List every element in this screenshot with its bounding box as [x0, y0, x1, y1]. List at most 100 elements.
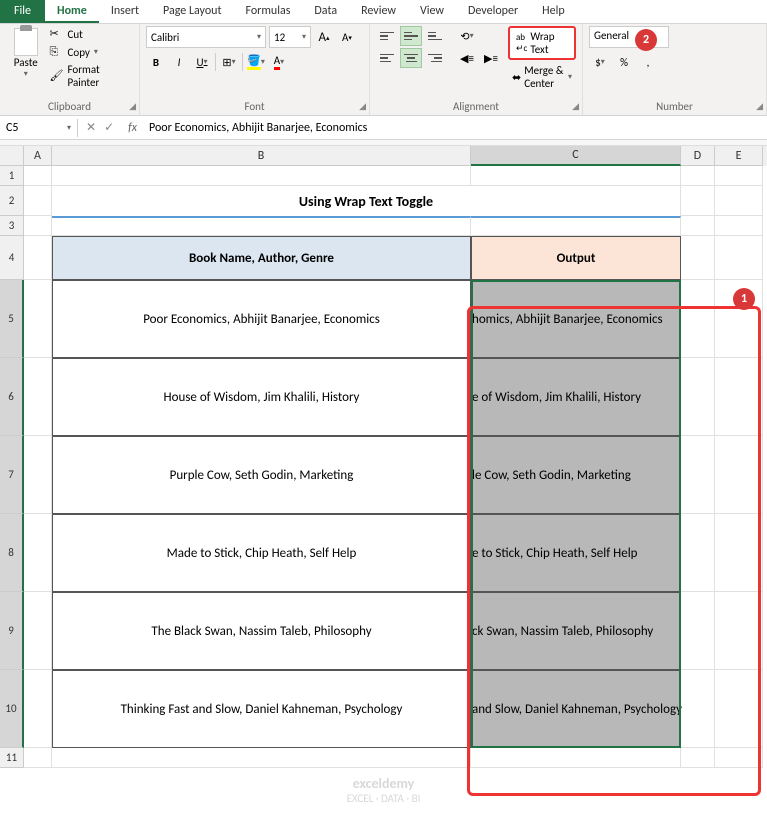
row-header-10[interactable]: 10: [0, 670, 24, 748]
fill-color-button[interactable]: 🪣▾: [246, 52, 266, 72]
tab-review[interactable]: Review: [349, 0, 408, 23]
cell[interactable]: [52, 166, 471, 186]
italic-button[interactable]: I: [169, 52, 189, 72]
dialog-launcher-icon[interactable]: ◢: [572, 101, 579, 112]
table-cell-b[interactable]: Made to Stick, Chip Heath, Self Help: [52, 514, 471, 592]
table-cell-c[interactable]: ck Swan, Nassim Taleb, Philosophy: [471, 592, 681, 670]
number-format-select[interactable]: General: [589, 26, 669, 48]
cell[interactable]: [471, 748, 681, 768]
cell[interactable]: [681, 236, 715, 280]
cell[interactable]: [24, 436, 52, 514]
table-cell-c[interactable]: e to Stick, Chip Heath, Self Help: [471, 514, 681, 592]
font-color-button[interactable]: A▾: [269, 52, 289, 72]
tab-formulas[interactable]: Formulas: [233, 0, 302, 23]
font-size-select[interactable]: 12 ▾: [269, 26, 311, 48]
tab-help[interactable]: Help: [530, 0, 577, 23]
tab-page-layout[interactable]: Page Layout: [151, 0, 233, 23]
cell[interactable]: [471, 216, 681, 236]
table-cell-b[interactable]: The Black Swan, Nassim Taleb, Philosophy: [52, 592, 471, 670]
cut-button[interactable]: ✂ Cut: [50, 26, 133, 42]
dialog-launcher-icon[interactable]: ◢: [359, 101, 366, 112]
tab-insert[interactable]: Insert: [99, 0, 151, 23]
align-left-button[interactable]: [376, 48, 398, 68]
tab-home[interactable]: Home: [45, 0, 99, 23]
row-header-11[interactable]: 11: [0, 748, 24, 768]
tab-developer[interactable]: Developer: [456, 0, 530, 23]
accounting-format-button[interactable]: $▾: [589, 52, 611, 72]
tab-data[interactable]: Data: [302, 0, 349, 23]
table-cell-c[interactable]: e of Wisdom, Jim Khalili, History: [471, 358, 681, 436]
cell[interactable]: [471, 166, 681, 186]
format-painter-button[interactable]: 🖌 Format Painter: [50, 62, 133, 90]
cell[interactable]: [681, 216, 715, 236]
title-cell[interactable]: Using Wrap Text Toggle: [52, 186, 681, 216]
table-cell-c[interactable]: homics, Abhijit Banarjee, Economics: [471, 280, 681, 358]
cell[interactable]: [715, 186, 763, 216]
name-box[interactable]: C5 ▾: [0, 119, 78, 137]
cell[interactable]: [681, 436, 715, 514]
column-header-c[interactable]: C: [471, 146, 681, 166]
cell[interactable]: [24, 592, 52, 670]
cell[interactable]: [715, 592, 763, 670]
row-header-6[interactable]: 6: [0, 358, 24, 436]
decrease-indent-button[interactable]: ◀≡: [456, 48, 478, 68]
cell[interactable]: [681, 166, 715, 186]
table-cell-b[interactable]: Purple Cow, Seth Godin, Marketing: [52, 436, 471, 514]
table-cell-c[interactable]: and Slow, Daniel Kahneman, Psychology: [471, 670, 681, 748]
align-bottom-button[interactable]: [424, 26, 446, 46]
cell[interactable]: [715, 436, 763, 514]
row-header-4[interactable]: 4: [0, 236, 24, 280]
dialog-launcher-icon[interactable]: ◢: [756, 101, 763, 112]
row-header-3[interactable]: 3: [0, 216, 24, 236]
fx-icon[interactable]: fx: [122, 121, 143, 135]
cell[interactable]: [681, 514, 715, 592]
cell[interactable]: [715, 748, 763, 768]
align-top-button[interactable]: [376, 26, 398, 46]
formula-input[interactable]: Poor Economics, Abhijit Banarjee, Econom…: [143, 119, 767, 137]
table-header-c[interactable]: Output: [471, 236, 681, 280]
cell[interactable]: [24, 280, 52, 358]
cell[interactable]: [715, 236, 763, 280]
cell[interactable]: [24, 166, 52, 186]
increase-font-button[interactable]: A▴: [314, 27, 334, 47]
bold-button[interactable]: B: [146, 52, 166, 72]
row-header-8[interactable]: 8: [0, 514, 24, 592]
borders-button[interactable]: ⊞▾: [219, 52, 239, 72]
percent-format-button[interactable]: %: [613, 52, 635, 72]
align-right-button[interactable]: [424, 48, 446, 68]
increase-indent-button[interactable]: ▶≡: [480, 48, 502, 68]
align-middle-button[interactable]: [400, 26, 422, 46]
table-cell-b[interactable]: House of Wisdom, Jim Khalili, History: [52, 358, 471, 436]
copy-button[interactable]: ⎘ Copy ▾: [50, 44, 133, 60]
cell[interactable]: [715, 670, 763, 748]
cell[interactable]: [24, 748, 52, 768]
select-all-corner[interactable]: [0, 146, 24, 166]
dialog-launcher-icon[interactable]: ◢: [129, 101, 136, 112]
cell[interactable]: [24, 670, 52, 748]
column-header-a[interactable]: A: [24, 146, 52, 166]
cell[interactable]: [24, 186, 52, 216]
row-header-7[interactable]: 7: [0, 436, 24, 514]
cell[interactable]: [24, 358, 52, 436]
comma-format-button[interactable]: ,: [637, 52, 659, 72]
cell[interactable]: [52, 216, 471, 236]
cell[interactable]: [681, 670, 715, 748]
column-header-e[interactable]: E: [715, 146, 763, 166]
table-cell-b[interactable]: Poor Economics, Abhijit Banarjee, Econom…: [52, 280, 471, 358]
tab-file[interactable]: File: [0, 0, 45, 23]
row-header-2[interactable]: 2: [0, 186, 24, 216]
table-header-b[interactable]: Book Name, Author, Genre: [52, 236, 471, 280]
underline-button[interactable]: U▾: [192, 52, 212, 72]
cell[interactable]: [681, 358, 715, 436]
cell[interactable]: [715, 216, 763, 236]
row-header-5[interactable]: 5: [0, 280, 24, 358]
font-name-select[interactable]: Calibri ▾: [146, 26, 266, 48]
cell[interactable]: [681, 748, 715, 768]
row-header-9[interactable]: 9: [0, 592, 24, 670]
row-header-1[interactable]: 1: [0, 166, 24, 186]
cell[interactable]: [24, 216, 52, 236]
cell[interactable]: [715, 166, 763, 186]
tab-view[interactable]: View: [408, 0, 456, 23]
cell[interactable]: [52, 748, 471, 768]
decrease-font-button[interactable]: A▾: [337, 27, 357, 47]
